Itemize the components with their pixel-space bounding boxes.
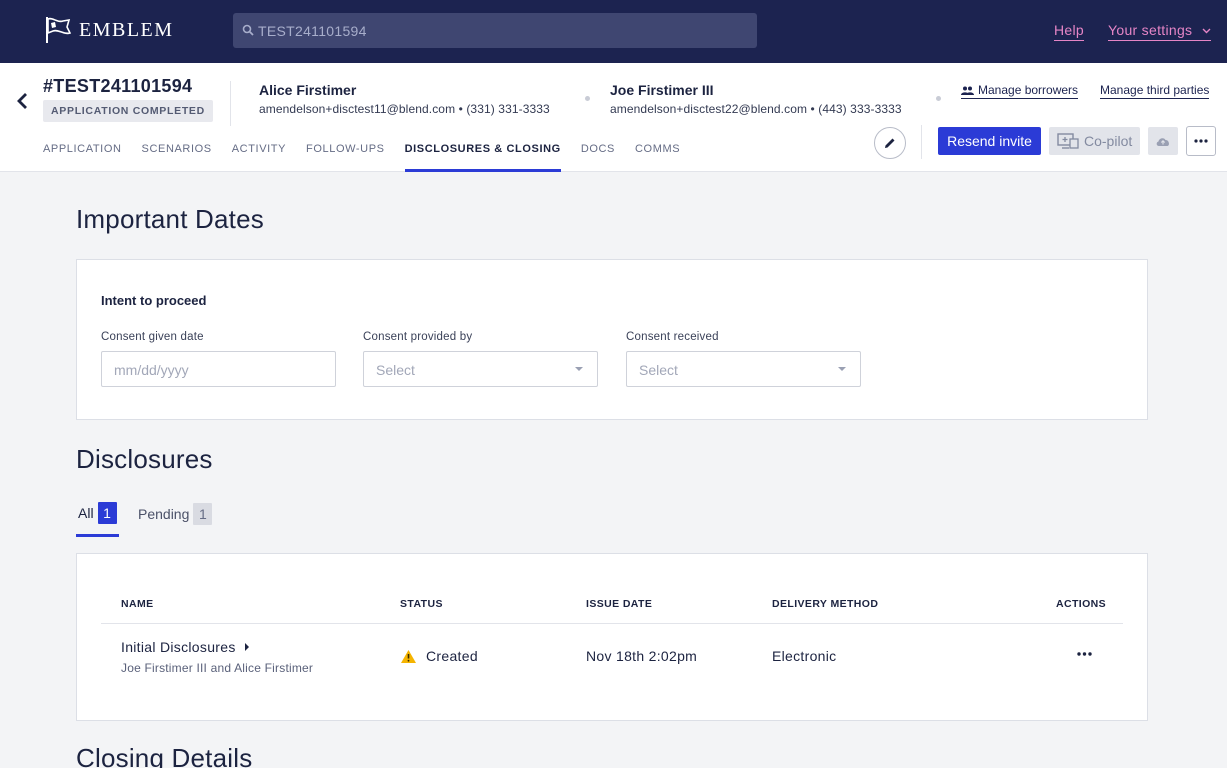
column-header-actions: ACTIONS bbox=[1056, 598, 1107, 610]
consent-given-date-input[interactable]: mm/dd/yyyy bbox=[101, 351, 336, 387]
disclosure-name-link[interactable]: Initial Disclosures bbox=[121, 639, 250, 655]
borrower-contact: amendelson+disctest22@blend.com • (443) … bbox=[610, 102, 902, 116]
disclosures-heading: Disclosures bbox=[76, 444, 213, 474]
caret-right-icon bbox=[244, 643, 249, 651]
consent-provided-by-label: Consent provided by bbox=[363, 331, 473, 343]
search-value: TEST241101594 bbox=[258, 23, 367, 39]
resend-invite-button[interactable]: Resend invite bbox=[938, 127, 1041, 155]
important-dates-heading: Important Dates bbox=[76, 204, 264, 234]
intent-title: Intent to proceed bbox=[101, 293, 207, 308]
status-cell: Created bbox=[400, 648, 478, 664]
manage-third-parties-link[interactable]: Manage third parties bbox=[1100, 83, 1210, 99]
delivery-method: Electronic bbox=[772, 648, 837, 664]
edit-button[interactable] bbox=[874, 127, 906, 159]
tab-all-label: All bbox=[78, 504, 94, 521]
pencil-icon bbox=[885, 138, 895, 148]
borrower-name: Joe Firstimer III bbox=[610, 82, 714, 98]
closing-details-heading: Closing Details bbox=[76, 743, 253, 768]
select-value: Select bbox=[376, 362, 415, 378]
intent-to-proceed-card: Intent to proceed Consent given date mm/… bbox=[76, 259, 1148, 420]
top-navigation-bar: Emblem TEST241101594 Help Your settings bbox=[0, 0, 1227, 63]
caret-down-icon bbox=[838, 367, 846, 371]
settings-label: Your settings bbox=[1108, 22, 1193, 38]
consent-received-select[interactable]: Select bbox=[626, 351, 861, 387]
status-text: Created bbox=[426, 648, 478, 664]
more-options-button[interactable] bbox=[1186, 126, 1216, 156]
tab-docs[interactable]: DOCS bbox=[581, 143, 615, 172]
separator-dot bbox=[936, 96, 941, 101]
tab-follow-ups[interactable]: FOLLOW-UPS bbox=[306, 143, 385, 172]
back-arrow-icon[interactable] bbox=[15, 91, 29, 111]
people-icon bbox=[961, 86, 974, 95]
copilot-button[interactable]: Co-pilot bbox=[1049, 127, 1140, 155]
tab-pending[interactable]: Pending 1 bbox=[138, 500, 213, 537]
application-tabs: APPLICATION SCENARIOS ACTIVITY FOLLOW-UP… bbox=[43, 143, 700, 172]
manage-borrowers-label: Manage borrowers bbox=[978, 83, 1079, 97]
brand-name: Emblem bbox=[79, 18, 174, 41]
column-header-issue-date: ISSUE DATE bbox=[586, 598, 653, 610]
search-input[interactable]: TEST241101594 bbox=[233, 13, 757, 48]
borrower-primary: Alice Firstimer amendelson+disctest11@bl… bbox=[259, 82, 550, 116]
column-header-delivery-method: DELIVERY METHOD bbox=[772, 598, 879, 610]
upload-button[interactable] bbox=[1148, 127, 1178, 155]
screen-share-icon bbox=[1057, 133, 1079, 149]
tab-all-count: 1 bbox=[97, 501, 117, 524]
borrower-co: Joe Firstimer III amendelson+disctest22@… bbox=[610, 82, 902, 116]
warning-icon bbox=[401, 649, 416, 663]
borrower-contact: amendelson+disctest11@blend.com • (331) … bbox=[259, 102, 550, 116]
status-badge: APPLICATION COMPLETED bbox=[43, 100, 213, 122]
borrower-name: Alice Firstimer bbox=[259, 82, 357, 98]
tab-application[interactable]: APPLICATION bbox=[43, 143, 122, 172]
tab-disclosures-closing[interactable]: DISCLOSURES & CLOSING bbox=[404, 143, 561, 172]
divider bbox=[921, 125, 922, 159]
separator-dot bbox=[585, 96, 590, 101]
emblem-logo[interactable]: Emblem bbox=[43, 15, 174, 45]
consent-received-label: Consent received bbox=[626, 331, 719, 343]
tab-activity[interactable]: ACTIVITY bbox=[232, 143, 286, 172]
column-header-status: STATUS bbox=[400, 598, 443, 610]
tab-pending-label: Pending bbox=[138, 506, 190, 522]
copilot-label: Co-pilot bbox=[1084, 133, 1133, 149]
divider bbox=[230, 81, 231, 126]
consent-provided-by-select[interactable]: Select bbox=[363, 351, 598, 387]
disclosures-table-card: NAME STATUS ISSUE DATE DELIVERY METHOD A… bbox=[76, 553, 1148, 721]
tab-pending-count: 1 bbox=[193, 503, 213, 525]
tab-all[interactable]: All 1 bbox=[76, 500, 119, 537]
disclosure-borrowers: Joe Firstimer III and Alice Firstimer bbox=[121, 661, 314, 675]
application-header: #TEST241101594 APPLICATION COMPLETED Ali… bbox=[0, 63, 1227, 172]
issue-date: Nov 18th 2:02pm bbox=[586, 648, 698, 664]
consent-given-date-label: Consent given date bbox=[101, 331, 204, 343]
tab-comms[interactable]: COMMS bbox=[635, 143, 680, 172]
search-icon bbox=[242, 24, 254, 36]
application-id: #TEST241101594 bbox=[43, 76, 193, 96]
column-header-name: NAME bbox=[121, 598, 154, 610]
caret-down-icon bbox=[575, 367, 583, 371]
manage-borrowers-link[interactable]: Manage borrowers bbox=[961, 83, 1079, 99]
cloud-upload-icon bbox=[1156, 137, 1169, 146]
select-value: Select bbox=[639, 362, 678, 378]
chevron-down-icon bbox=[1202, 28, 1211, 34]
flag-logo-icon bbox=[46, 17, 72, 43]
tab-scenarios[interactable]: SCENARIOS bbox=[142, 143, 212, 172]
help-link[interactable]: Help bbox=[1054, 22, 1084, 41]
divider bbox=[101, 623, 1123, 624]
ellipsis-icon bbox=[1194, 139, 1208, 143]
row-actions-menu-icon[interactable] bbox=[1077, 652, 1092, 656]
disclosure-name: Initial Disclosures bbox=[121, 639, 236, 655]
your-settings-menu[interactable]: Your settings bbox=[1108, 22, 1211, 41]
